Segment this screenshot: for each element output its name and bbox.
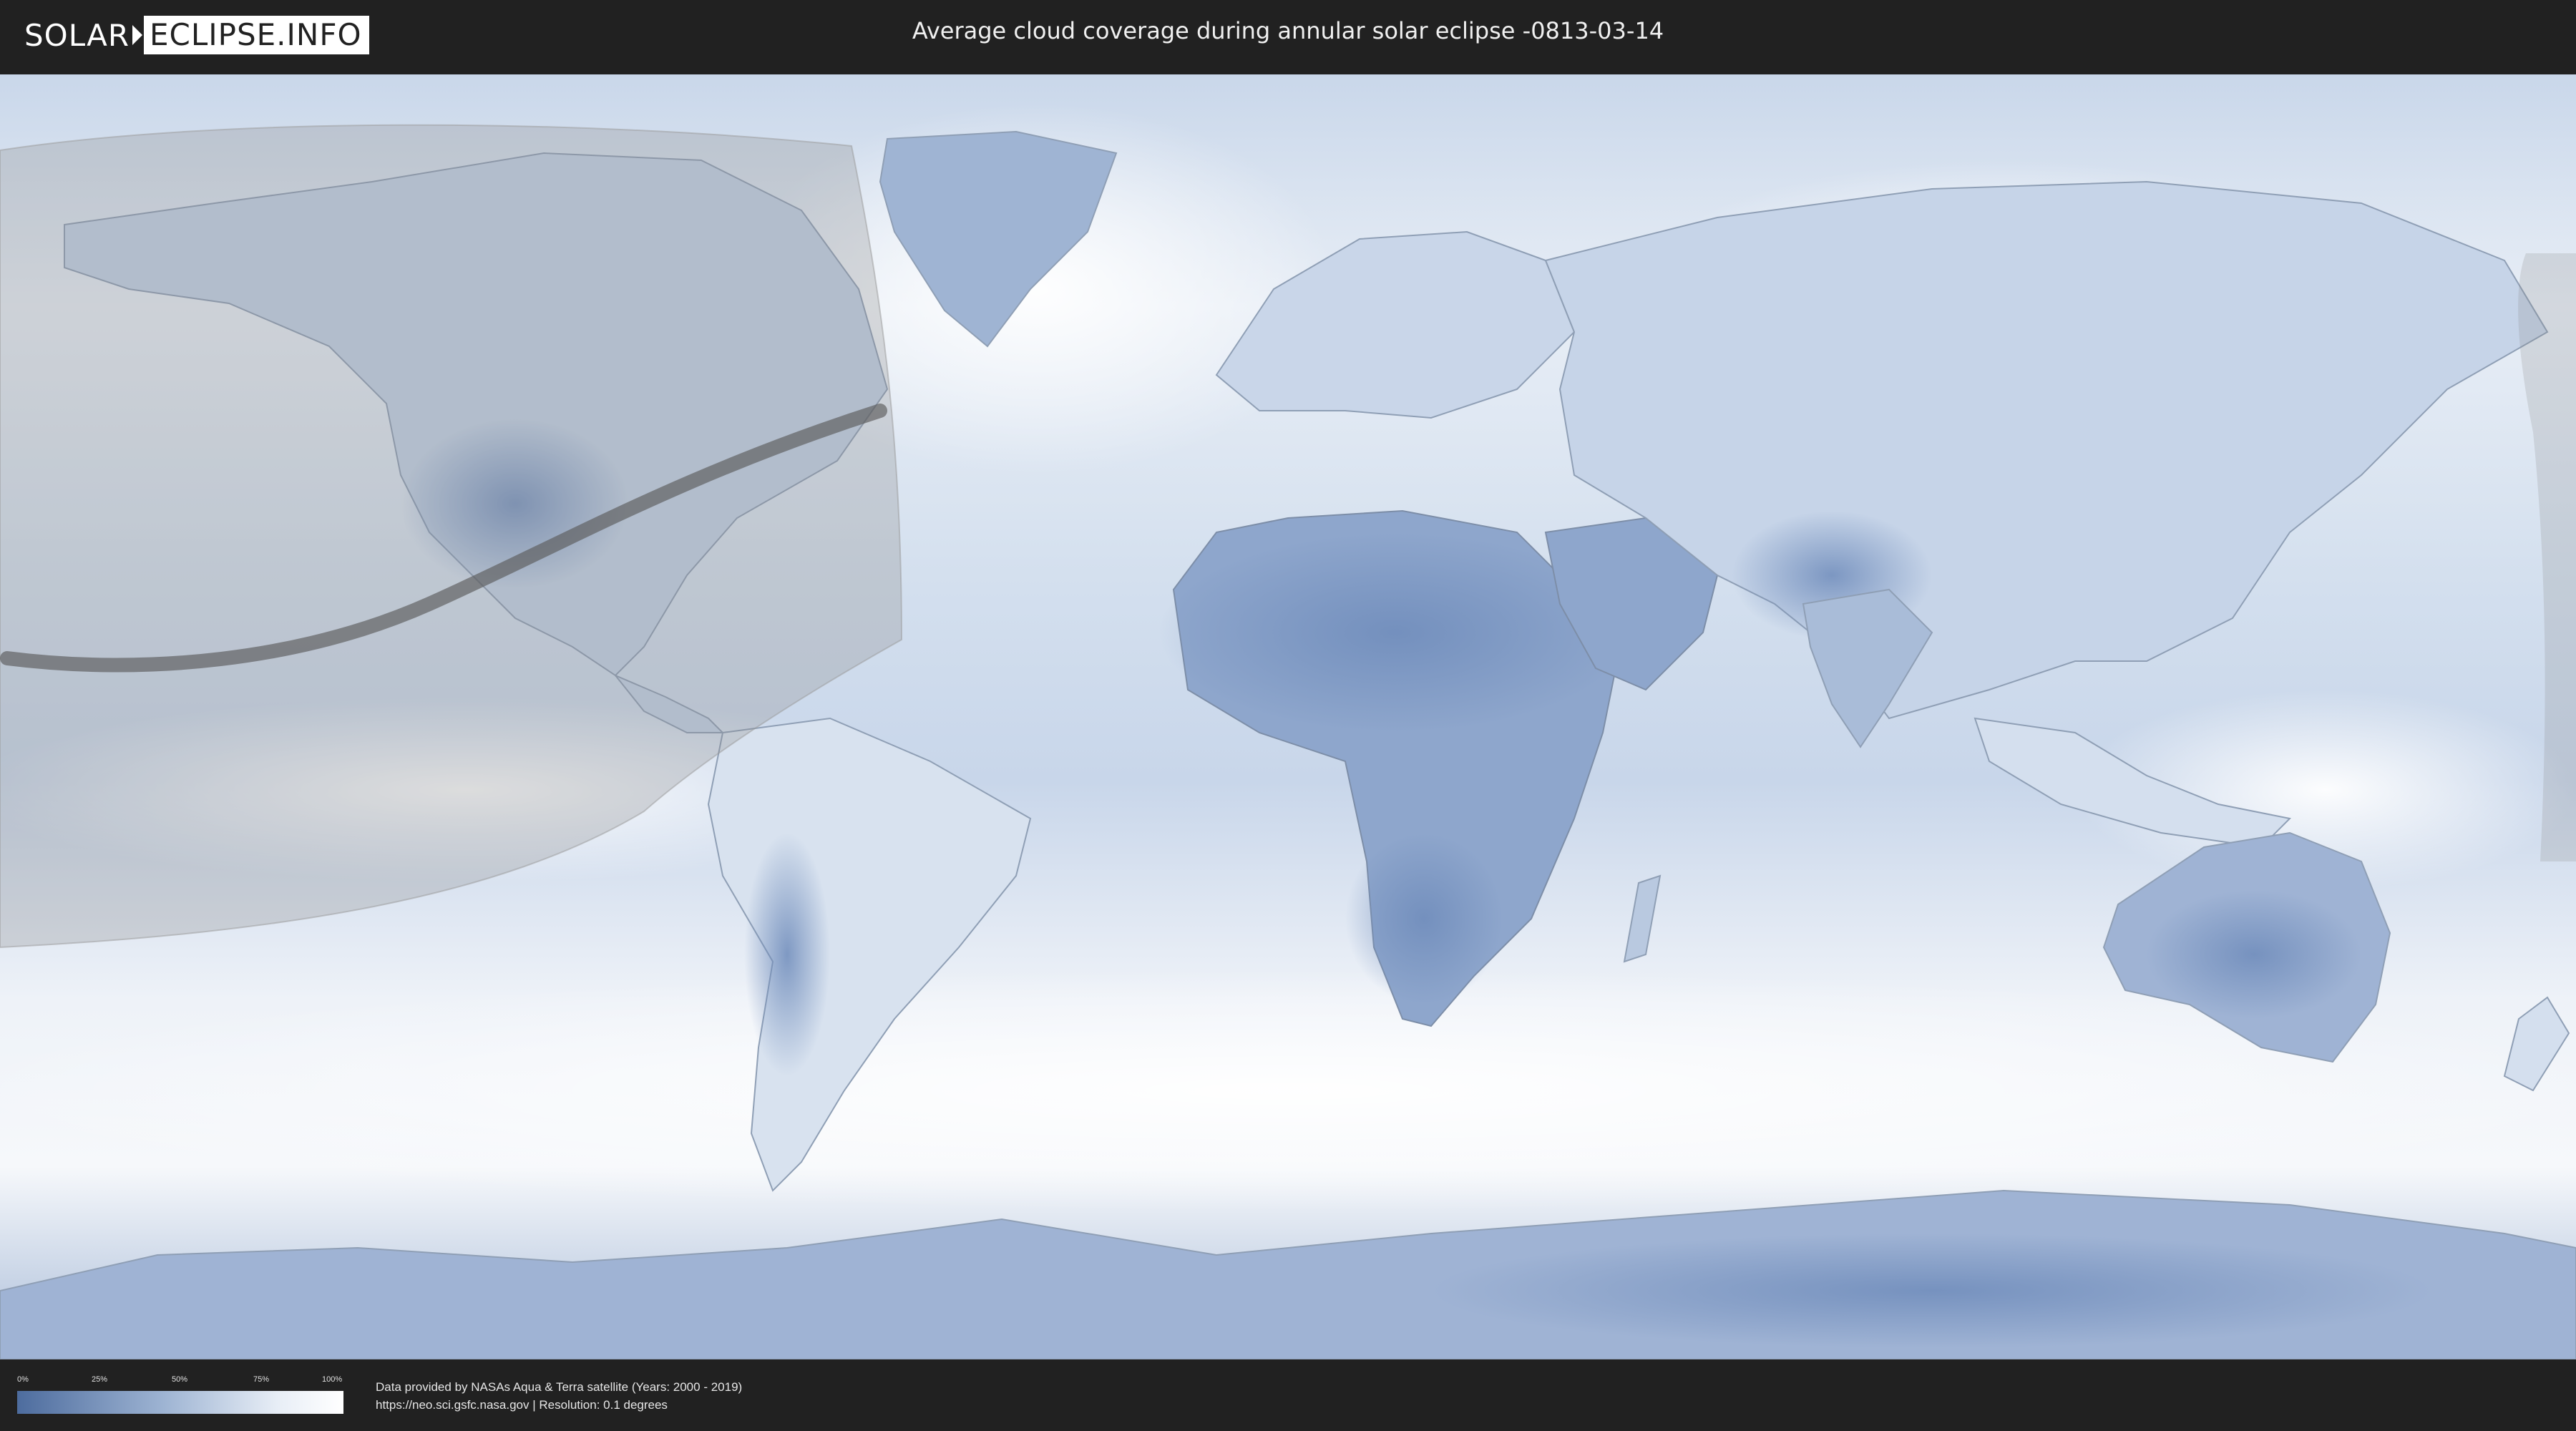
cloud-coverage-map [0, 74, 2576, 1359]
legend-tick-50: 50% [172, 1375, 188, 1384]
legend-gradient-bar [17, 1391, 343, 1414]
legend-tick-0: 0% [17, 1375, 29, 1384]
header-bar: SOLAR ECLIPSE.INFO Average cloud coverag… [0, 0, 2576, 72]
cloud-coverage-legend: 0% 25% 50% 75% 100% [17, 1372, 343, 1417]
credit-line: Data provided by NASAs Aqua & Terra sate… [376, 1380, 743, 1394]
source-line[interactable]: https://neo.sci.gsfc.nasa.gov | Resoluti… [376, 1396, 742, 1414]
legend-tick-75: 75% [253, 1375, 270, 1384]
world-map-svg [0, 74, 2576, 1359]
clear-sky-southern-africa [1345, 833, 1503, 1005]
legend-tick-100: 100% [322, 1375, 343, 1384]
clear-sky-antarctica [1431, 1234, 2433, 1348]
page-title: Average cloud coverage during annular so… [912, 17, 1664, 44]
clear-sky-andes [744, 833, 830, 1076]
data-credits: Data provided by NASAs Aqua & Terra sate… [376, 1378, 742, 1414]
legend-ticks: 0% 25% 50% 75% 100% [17, 1372, 343, 1387]
legend-tick-25: 25% [92, 1375, 108, 1384]
clear-sky-australia [2147, 890, 2361, 1019]
